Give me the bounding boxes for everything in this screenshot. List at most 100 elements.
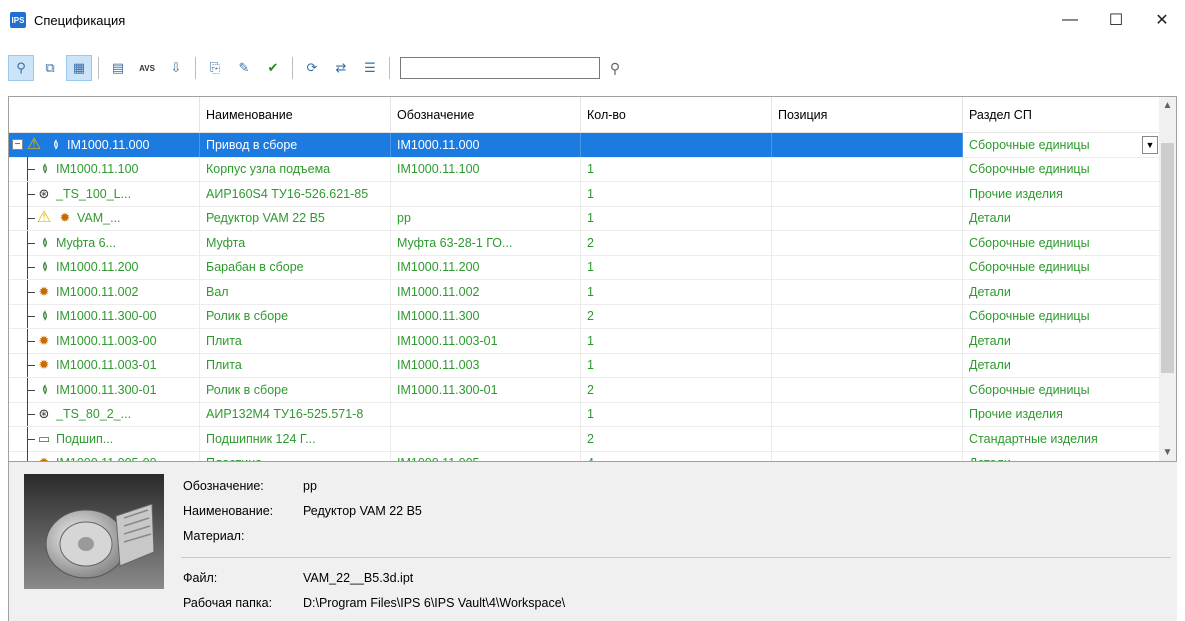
maximize-button[interactable]: ☐ <box>1093 0 1139 40</box>
column-header-section[interactable]: Раздел СП <box>963 97 1161 133</box>
row-section[interactable]: Детали <box>963 206 1161 231</box>
row-title[interactable]: Пластина <box>200 451 391 461</box>
row-title[interactable]: Вал <box>200 279 391 304</box>
sync-structure-icon[interactable]: ⇄ <box>328 55 354 81</box>
row-section[interactable]: Стандартные изделия <box>963 426 1161 451</box>
row-designation[interactable]: IM1000.11.005 <box>391 451 581 461</box>
row-title[interactable]: Ролик в сборе <box>200 377 391 402</box>
table-view-icon[interactable]: ▦ <box>66 55 92 81</box>
row-quantity[interactable] <box>581 132 772 157</box>
row-title[interactable]: Привод в сборе <box>200 132 391 157</box>
row-position[interactable] <box>772 157 963 182</box>
approve-document-icon[interactable]: ✔ <box>260 55 286 81</box>
tree-structure-icon[interactable]: ⧉ <box>37 55 63 81</box>
row-title[interactable]: АИР160S4 ТУ16-526.621-85 <box>200 181 391 206</box>
vertical-scrollbar[interactable]: ▲ ▼ <box>1159 97 1176 461</box>
row-position[interactable] <box>772 377 963 402</box>
row-designation[interactable]: IM1000.11.000 <box>391 132 581 157</box>
refresh-icon[interactable]: ⟳ <box>299 55 325 81</box>
row-position[interactable] <box>772 304 963 329</box>
columns-settings-icon[interactable]: ☰ <box>357 55 383 81</box>
row-section[interactable]: Сборочные единицы <box>963 377 1161 402</box>
row-position[interactable] <box>772 132 963 157</box>
table-row[interactable]: ⟬⟭ IM1000.11.300-00 Ролик в сборе IM1000.11… <box>9 304 1161 329</box>
table-row[interactable]: ⟬⟭ IM1000.11.300-01 Ролик в сборе IM1000.11… <box>9 377 1161 403</box>
column-header-name[interactable]: Наименование <box>200 97 391 133</box>
tree-cell[interactable]: ✹ IM1000.11.002 <box>9 279 200 304</box>
row-quantity[interactable]: 2 <box>581 426 772 451</box>
row-title[interactable]: Редуктор VAM 22 B5 <box>200 206 391 231</box>
table-row[interactable]: ✹ IM1000.11.002 Вал IM1000.11.002 1 Детали <box>9 279 1161 305</box>
column-header-tree[interactable] <box>9 97 200 133</box>
row-position[interactable] <box>772 426 963 451</box>
table-row[interactable]: ⟬⟭ IM1000.11.200 Барабан в сборе IM1000.11.… <box>9 255 1161 280</box>
pin-icon[interactable]: ⚲ <box>8 55 34 81</box>
row-designation[interactable]: IM1000.11.200 <box>391 255 581 280</box>
tree-cell[interactable]: ⟬⟭ IM1000.11.300-00 <box>9 304 200 329</box>
row-position[interactable] <box>772 181 963 206</box>
row-designation[interactable] <box>391 181 581 206</box>
row-title[interactable]: Корпус узла подъема <box>200 157 391 182</box>
table-row[interactable]: ✹ IM1000.11.003-00 Плита IM1000.11.003-01 1 Д… <box>9 328 1161 354</box>
row-quantity[interactable]: 4 <box>581 451 772 461</box>
search-icon[interactable]: ⚲ <box>604 57 626 79</box>
row-designation[interactable] <box>391 426 581 451</box>
row-quantity[interactable]: 2 <box>581 304 772 329</box>
row-quantity[interactable]: 2 <box>581 377 772 402</box>
tree-cell[interactable]: ▭ Подшип... <box>9 426 200 451</box>
collapse-icon[interactable]: − <box>12 139 23 151</box>
scroll-down-icon[interactable]: ▼ <box>1159 444 1176 461</box>
tree-cell[interactable]: ⚠ ✹ VAM_... <box>9 206 200 231</box>
row-designation[interactable] <box>391 402 581 427</box>
row-quantity[interactable]: 1 <box>581 279 772 304</box>
row-quantity[interactable]: 1 <box>581 255 772 280</box>
minimize-button[interactable]: — <box>1047 0 1093 40</box>
tree-cell[interactable]: − ⚠ ⟬⟭ IM1000.11.000 <box>9 132 200 157</box>
row-position[interactable] <box>772 279 963 304</box>
row-quantity[interactable]: 1 <box>581 181 772 206</box>
row-section[interactable]: Детали <box>963 451 1161 461</box>
row-designation[interactable]: IM1000.11.003-01 <box>391 328 581 353</box>
table-row[interactable]: ✹IM1000.11.005-00ПластинаIM1000.11.0054Д… <box>9 451 1161 461</box>
table-row[interactable]: ⊛ _TS_80_2_... АИР132М4 ТУ16-525.571-8 1 Про… <box>9 402 1161 427</box>
row-designation[interactable]: IM1000.11.300 <box>391 304 581 329</box>
row-quantity[interactable]: 1 <box>581 402 772 427</box>
row-position[interactable] <box>772 206 963 231</box>
row-title[interactable]: Ролик в сборе <box>200 304 391 329</box>
row-section[interactable]: Сборочные единицы <box>963 157 1161 182</box>
row-quantity[interactable]: 1 <box>581 206 772 231</box>
row-position[interactable] <box>772 402 963 427</box>
row-designation[interactable]: pp <box>391 206 581 231</box>
row-quantity[interactable]: 1 <box>581 328 772 353</box>
row-title[interactable]: Барабан в сборе <box>200 255 391 280</box>
row-title[interactable]: АИР132М4 ТУ16-525.571-8 <box>200 402 391 427</box>
table-row[interactable]: ⊛ _TS_100_L... АИР160S4 ТУ16-526.621-85 1 Пр… <box>9 181 1161 207</box>
edit-object-icon[interactable]: ✎ <box>231 55 257 81</box>
row-position[interactable] <box>772 328 963 353</box>
row-title[interactable]: Подшипник 124 Г... <box>200 426 391 451</box>
row-title[interactable]: Плита <box>200 353 391 378</box>
row-section[interactable]: Прочие изделия <box>963 181 1161 206</box>
row-position[interactable] <box>772 230 963 255</box>
column-header-position[interactable]: Позиция <box>772 97 963 133</box>
row-designation[interactable]: IM1000.11.100 <box>391 157 581 182</box>
section-dropdown-icon[interactable]: ▼ <box>1142 135 1158 154</box>
table-row[interactable]: ⟬⟭ Муфта 6... Муфта Муфта 63-28-1 ГО... 2 Сбо… <box>9 230 1161 256</box>
row-section[interactable]: Сборочные единицы <box>963 230 1161 255</box>
row-designation[interactable]: IM1000.11.300-01 <box>391 377 581 402</box>
column-header-designation[interactable]: Обозначение <box>391 97 581 133</box>
row-section[interactable]: Детали <box>963 328 1161 353</box>
row-designation[interactable]: IM1000.11.003 <box>391 353 581 378</box>
tree-cell[interactable]: ⟬⟭ Муфта 6... <box>9 230 200 255</box>
scroll-up-icon[interactable]: ▲ <box>1159 97 1176 114</box>
row-designation[interactable]: IM1000.11.002 <box>391 279 581 304</box>
row-designation[interactable]: Муфта 63-28-1 ГО... <box>391 230 581 255</box>
scroll-thumb[interactable] <box>1161 143 1174 373</box>
row-section[interactable]: Сборочные единицы <box>963 304 1161 329</box>
form-view-icon[interactable]: ▤ <box>105 55 131 81</box>
table-row[interactable]: − ⚠ ⟬⟭ IM1000.11.000 Привод в сборе IM1000.11… <box>9 132 1161 158</box>
tree-cell[interactable]: ⊛ _TS_80_2_... <box>9 402 200 427</box>
row-title[interactable]: Плита <box>200 328 391 353</box>
table-row[interactable]: ⚠ ✹ VAM_... Редуктор VAM 22 B5 pp 1 Детали <box>9 206 1161 231</box>
export-list-icon[interactable]: ⇩ <box>163 55 189 81</box>
